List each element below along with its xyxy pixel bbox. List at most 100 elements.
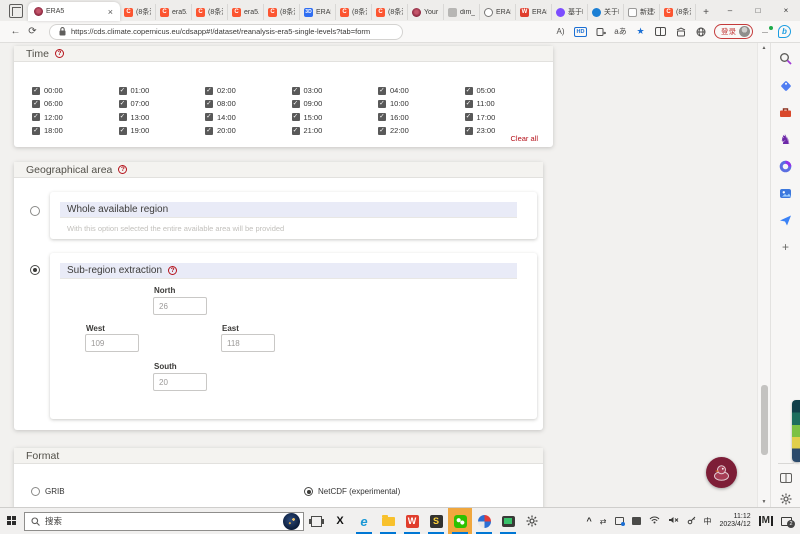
checkbox-checked-icon[interactable]: ✓	[32, 87, 40, 95]
sidebar-image-icon[interactable]	[779, 186, 793, 200]
west-field[interactable]	[85, 334, 139, 352]
time-checkbox-item[interactable]: ✓16:00	[378, 111, 465, 124]
checkbox-checked-icon[interactable]: ✓	[292, 100, 300, 108]
checkbox-checked-icon[interactable]: ✓	[119, 127, 127, 135]
south-field[interactable]	[153, 373, 207, 391]
time-checkbox-item[interactable]: ✓04:00	[378, 84, 465, 97]
volume-muted-icon[interactable]	[668, 516, 679, 526]
action-center-icon[interactable]: 2	[781, 517, 792, 526]
new-tab-button[interactable]: +	[698, 7, 714, 18]
time-checkbox-item[interactable]: ✓17:00	[465, 111, 552, 124]
checkbox-checked-icon[interactable]: ✓	[32, 127, 40, 135]
browser-tab[interactable]: Cera5单	[228, 4, 264, 20]
taskbar-clock[interactable]: 11:12 2023/4/12	[720, 513, 751, 529]
tab-active-era5[interactable]: ERA5 ×	[28, 2, 120, 21]
time-checkbox-item[interactable]: ✓13:00	[119, 111, 206, 124]
time-checkbox-item[interactable]: ✓22:00	[378, 124, 465, 137]
time-checkbox-item[interactable]: ✓12:00	[32, 111, 119, 124]
browser-tab[interactable]: dim_s	[444, 4, 480, 20]
ime-language-indicator[interactable]: 中	[704, 516, 712, 527]
browser-tab[interactable]: C(8条消	[372, 4, 408, 20]
checkbox-checked-icon[interactable]: ✓	[119, 113, 127, 121]
checkbox-checked-icon[interactable]: ✓	[205, 100, 213, 108]
browser-tab[interactable]: C(8条消	[192, 4, 228, 20]
scrollbar-thumb[interactable]	[761, 385, 768, 455]
checkbox-checked-icon[interactable]: ✓	[205, 113, 213, 121]
tray-app-icon[interactable]	[632, 517, 641, 525]
duck-widget-badge[interactable]	[706, 457, 737, 488]
web-capture-icon[interactable]	[692, 24, 709, 40]
scroll-up-icon[interactable]: ▲	[758, 45, 770, 51]
browser-tab[interactable]: C(8条消	[660, 4, 696, 20]
time-checkbox-item[interactable]: ✓08:00	[205, 97, 292, 110]
url-text[interactable]: https://cds.climate.copernicus.eu/cdsapp…	[71, 27, 370, 36]
taskbar-app-x[interactable]: X	[328, 508, 352, 534]
checkbox-checked-icon[interactable]: ✓	[378, 87, 386, 95]
page-scrollbar[interactable]: ▲ ▼	[757, 43, 770, 507]
time-checkbox-item[interactable]: ✓05:00	[465, 84, 552, 97]
time-checkbox-item[interactable]: ✓01:00	[119, 84, 206, 97]
sidebar-drop-icon[interactable]	[779, 213, 793, 227]
taskbar-app-pinwheel[interactable]	[472, 508, 496, 534]
link-key-icon[interactable]	[687, 516, 696, 527]
read-aloud-icon[interactable]: A)	[552, 24, 569, 40]
checkbox-checked-icon[interactable]: ✓	[119, 87, 127, 95]
browser-tab[interactable]: 基于E	[552, 4, 588, 20]
checkbox-checked-icon[interactable]: ✓	[32, 100, 40, 108]
close-button[interactable]: ×	[772, 0, 800, 21]
checkbox-checked-icon[interactable]: ✓	[378, 127, 386, 135]
radio-selected-icon[interactable]	[304, 487, 313, 496]
taskbar-search-box[interactable]: 搜索	[24, 512, 304, 531]
browser-tab[interactable]: C(8条消	[336, 4, 372, 20]
browser-tab[interactable]: 3DERA5数	[300, 4, 336, 20]
minimize-button[interactable]: –	[716, 0, 744, 21]
sign-in-button[interactable]: 登录	[714, 24, 753, 39]
refresh-button[interactable]: ⟳	[24, 26, 41, 37]
scroll-down-icon[interactable]: ▼	[758, 499, 770, 505]
checkbox-checked-icon[interactable]: ✓	[378, 113, 386, 121]
whole-region-option-card[interactable]: Whole available region With this option …	[50, 192, 537, 239]
checkbox-checked-icon[interactable]: ✓	[32, 113, 40, 121]
checkbox-checked-icon[interactable]: ✓	[292, 113, 300, 121]
taskbar-app-edge[interactable]: e	[352, 508, 376, 534]
browser-tab[interactable]: C(8条消	[264, 4, 300, 20]
time-checkbox-item[interactable]: ✓14:00	[205, 111, 292, 124]
maximize-button[interactable]: □	[744, 0, 772, 21]
time-checkbox-item[interactable]: ✓02:00	[205, 84, 292, 97]
sidebar-search-icon[interactable]	[779, 51, 793, 65]
east-field[interactable]	[221, 334, 275, 352]
browser-tab[interactable]: Cera5单	[156, 4, 192, 20]
help-icon[interactable]: ?	[55, 49, 64, 58]
browser-tab[interactable]: ERA5:	[480, 4, 516, 20]
time-checkbox-item[interactable]: ✓09:00	[292, 97, 379, 110]
checkbox-checked-icon[interactable]: ✓	[119, 100, 127, 108]
checkbox-checked-icon[interactable]: ✓	[205, 127, 213, 135]
checkbox-checked-icon[interactable]: ✓	[465, 100, 473, 108]
search-highlight-image[interactable]	[283, 513, 300, 530]
favorite-star-icon[interactable]: ★	[632, 24, 649, 40]
browser-tab[interactable]: 新建标	[624, 4, 660, 20]
network-activity-icon[interactable]: ⇄	[600, 517, 607, 526]
start-button[interactable]	[0, 508, 24, 534]
task-view-button[interactable]	[304, 508, 328, 534]
address-bar[interactable]: https://cds.climate.copernicus.eu/cdsapp…	[49, 24, 403, 40]
sidebar-toolbox-icon[interactable]	[779, 105, 793, 119]
whole-region-radio[interactable]	[30, 206, 40, 216]
sidebar-games-icon[interactable]: ♞	[779, 132, 793, 146]
time-checkbox-item[interactable]: ✓15:00	[292, 111, 379, 124]
hd-icon[interactable]: HD	[572, 24, 589, 40]
taskbar-app-wps[interactable]: W	[400, 508, 424, 534]
wifi-icon[interactable]	[649, 516, 660, 526]
time-checkbox-item[interactable]: ✓19:00	[119, 124, 206, 137]
settings-more-icon[interactable]: ···	[756, 24, 773, 40]
taskbar-app-explorer[interactable]	[376, 508, 400, 534]
time-checkbox-item[interactable]: ✓18:00	[32, 124, 119, 137]
format-netcdf-option[interactable]: NetCDF (experimental)	[304, 487, 400, 496]
send-to-device-icon[interactable]	[592, 24, 609, 40]
ime-mode-icon[interactable]: M	[759, 516, 773, 526]
checkbox-checked-icon[interactable]: ✓	[465, 113, 473, 121]
tab-close-icon[interactable]: ×	[107, 7, 114, 17]
back-button[interactable]: ←	[7, 26, 24, 37]
taskbar-app-settings[interactable]	[520, 508, 544, 534]
time-checkbox-item[interactable]: ✓23:00	[465, 124, 552, 137]
